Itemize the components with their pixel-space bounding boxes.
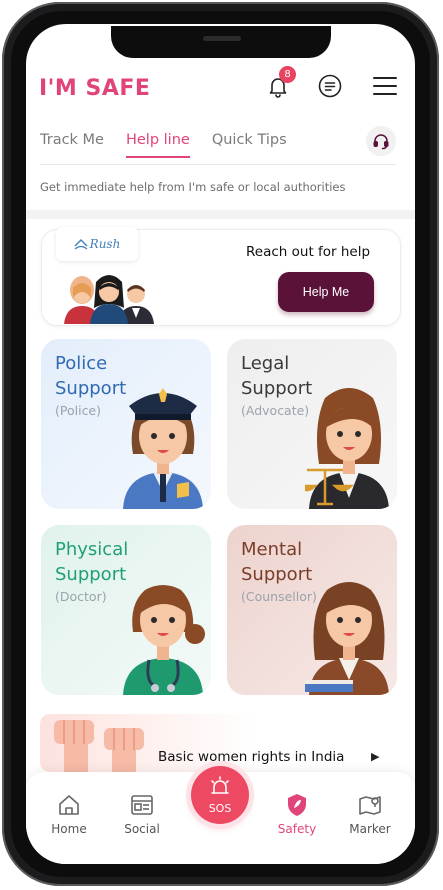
nav-marker[interactable]: Marker — [340, 792, 400, 836]
tile-role: (Doctor) — [55, 589, 107, 604]
tile-role: (Police) — [55, 403, 102, 418]
app-title: I'M SAFE — [39, 76, 151, 101]
messages-button[interactable] — [315, 71, 345, 101]
doctor-illustration — [123, 585, 205, 695]
nav-label: Marker — [349, 822, 391, 836]
policewoman-illustration — [123, 388, 203, 509]
tab-bar: Track Me Help line Quick Tips — [40, 132, 287, 158]
home-icon — [59, 795, 79, 815]
tab-help-line[interactable]: Help line — [125, 132, 190, 158]
raised-fists-icon — [54, 720, 144, 772]
nav-label: Home — [51, 822, 87, 836]
headset-icon — [373, 134, 389, 150]
women-rights-banner[interactable]: Basic women rights in India ▶ — [40, 714, 402, 772]
tab-divider — [40, 164, 396, 165]
help-card: Rush Reach out for help Help Me — [41, 227, 401, 326]
tile-title-line1: Police — [55, 353, 108, 374]
tile-title-line2: Support — [241, 564, 313, 585]
helpline-call-button[interactable] — [366, 126, 396, 156]
nav-social[interactable]: Social — [112, 792, 172, 836]
tile-title-line1: Legal — [241, 353, 290, 374]
nav-label: Social — [124, 822, 160, 836]
counsellor-illustration — [305, 582, 389, 695]
mental-support-card[interactable]: Mental Support (Counsellor) — [227, 525, 397, 695]
chevron-right-icon: ▶ — [371, 750, 380, 763]
map-marker-icon — [359, 796, 381, 815]
nav-safety[interactable]: Safety — [267, 792, 327, 836]
tile-title-line2: Support — [55, 378, 127, 399]
hamburger-menu-icon — [373, 77, 397, 95]
tile-title-line1: Mental — [241, 539, 303, 560]
advocate-illustration — [305, 388, 389, 509]
women-group-illustration — [64, 275, 154, 324]
notifications-button[interactable]: 8 — [263, 66, 296, 101]
police-support-card[interactable]: Police Support (Police) — [41, 339, 211, 509]
app-screen: I'M SAFE 8 Track Me Help line Quick Tips… — [26, 24, 415, 864]
shield-icon — [288, 794, 306, 816]
reach-out-text: Reach out for help — [246, 244, 371, 260]
notification-badge: 8 — [279, 66, 296, 83]
nav-home[interactable]: Home — [39, 792, 99, 836]
helpline-subtitle: Get immediate help from I'm safe or loca… — [40, 180, 346, 194]
nav-label: Safety — [277, 822, 317, 836]
logo-wave-icon — [74, 239, 88, 250]
legal-support-card[interactable]: Legal Support (Advocate) — [227, 339, 397, 509]
siren-icon — [211, 776, 229, 794]
tile-title-line2: Support — [241, 378, 313, 399]
social-icon — [131, 795, 153, 815]
phone-notch — [111, 26, 331, 58]
sos-label: SOS — [208, 802, 232, 815]
rights-banner-text: Basic women rights in India — [158, 749, 345, 765]
rush-logo: Rush — [56, 227, 138, 261]
physical-support-card[interactable]: Physical Support (Doctor) — [41, 525, 211, 695]
help-me-button[interactable]: Help Me — [278, 272, 374, 312]
section-divider — [26, 210, 415, 219]
tile-title-line2: Support — [55, 564, 127, 585]
tile-title-line1: Physical — [55, 539, 129, 560]
chat-list-icon — [318, 74, 342, 98]
tab-track-me[interactable]: Track Me — [40, 132, 104, 158]
bottom-nav: Home Social SOS Safety Marker — [26, 766, 415, 864]
tab-quick-tips[interactable]: Quick Tips — [212, 132, 287, 158]
menu-button[interactable] — [370, 71, 400, 101]
tile-role: (Advocate) — [241, 403, 310, 418]
sos-button[interactable]: SOS — [191, 766, 249, 824]
